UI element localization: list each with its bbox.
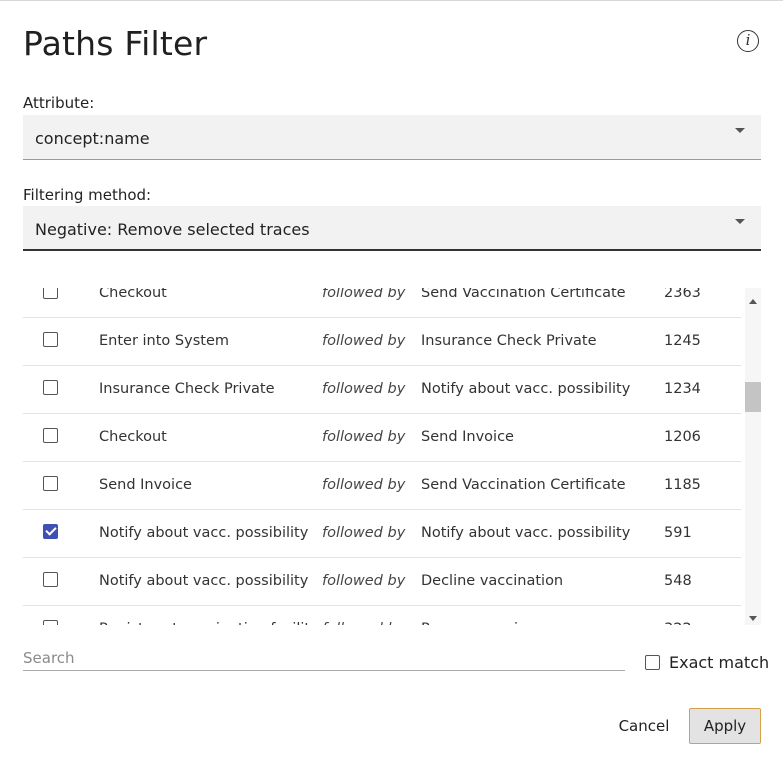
- attribute-label: Attribute:: [23, 94, 95, 112]
- chevron-down-icon: [735, 219, 745, 224]
- path-to-activity: Notify about vacc. possibility: [421, 381, 631, 397]
- path-count: 2363: [664, 288, 701, 301]
- chevron-down-icon: [735, 128, 745, 133]
- path-from-activity: Notify about vacc. possibility: [99, 573, 309, 589]
- path-from-activity: Checkout: [99, 429, 167, 445]
- row-checkbox[interactable]: [43, 288, 58, 299]
- path-count: 1245: [664, 333, 701, 349]
- filtering-method-select[interactable]: Negative: Remove selected traces: [23, 206, 761, 251]
- table-row[interactable]: Notify about vacc. possibility followed b…: [23, 558, 741, 606]
- filtering-method-select-value: Negative: Remove selected traces: [35, 220, 310, 239]
- path-count: 322: [664, 621, 692, 625]
- path-from-activity: Checkout: [99, 288, 167, 301]
- path-count: 591: [664, 525, 692, 541]
- path-relation: followed by: [322, 621, 405, 625]
- attribute-select[interactable]: concept:name: [23, 115, 761, 160]
- search-input[interactable]: [23, 645, 625, 671]
- row-checkbox[interactable]: [43, 572, 58, 587]
- cancel-button[interactable]: Cancel: [612, 708, 676, 744]
- table-row[interactable]: Insurance Check Private followed by Notify…: [23, 366, 741, 414]
- table-row[interactable]: Notify about vacc. possibility followed b…: [23, 510, 741, 558]
- path-count: 1206: [664, 429, 701, 445]
- row-checkbox[interactable]: [43, 332, 58, 347]
- scroll-up-arrow-icon[interactable]: [749, 299, 757, 304]
- path-relation: followed by: [322, 429, 406, 445]
- dialog-top-border: [0, 0, 783, 1]
- row-checkbox[interactable]: [43, 524, 58, 539]
- path-from-activity: Send Invoice: [99, 477, 192, 493]
- path-relation: followed by: [322, 525, 406, 541]
- path-relation: followed by: [322, 288, 406, 301]
- path-to-activity: Insurance Check Private: [421, 333, 597, 349]
- exact-match-label: Exact match: [669, 653, 770, 672]
- table-row[interactable]: Checkout followed by Send Invoice 1206: [23, 414, 741, 462]
- path-count: 548: [664, 573, 692, 589]
- path-to-activity: Send Vaccination Certificate: [421, 288, 626, 301]
- path-to-activity: Send Vaccination Certificate: [421, 477, 626, 493]
- path-count: 1185: [664, 477, 701, 493]
- apply-button[interactable]: Apply: [689, 708, 761, 744]
- table-row[interactable]: Checkout followed by Send Vaccination Cert…: [23, 288, 741, 318]
- row-checkbox[interactable]: [43, 476, 58, 491]
- table-row[interactable]: Register at vaccination facilityfollowed…: [23, 606, 741, 625]
- path-to-activity: Send Invoice: [421, 429, 514, 445]
- scroll-down-arrow-icon[interactable]: [749, 616, 757, 621]
- path-relation: followed by: [322, 381, 406, 397]
- paths-table-body: Checkout followed by Send Vaccination Cert…: [23, 288, 741, 625]
- path-relation: followed by: [322, 477, 406, 493]
- path-to-activity: Notify about vacc. possibility: [421, 525, 631, 541]
- path-to-activity: Decline vaccination: [421, 573, 564, 589]
- path-to-activity: Process vaccine: [421, 621, 536, 625]
- path-from-activity: Enter into System: [99, 333, 229, 349]
- info-icon[interactable]: i: [737, 30, 759, 52]
- paths-table: Checkout followed by Send Vaccination Cert…: [23, 288, 761, 625]
- row-checkbox[interactable]: [43, 620, 58, 625]
- table-row[interactable]: Enter into System followed by Insurance Ch…: [23, 318, 741, 366]
- path-relation: followed by: [322, 333, 406, 349]
- path-from-activity: Notify about vacc. possibility: [99, 525, 309, 541]
- dialog-title: Paths Filter: [23, 24, 208, 63]
- paths-table-scrollbar[interactable]: [745, 288, 761, 625]
- scrollbar-thumb[interactable]: [745, 382, 761, 412]
- row-checkbox[interactable]: [43, 428, 58, 443]
- attribute-select-value: concept:name: [35, 129, 150, 148]
- path-from-activity: Insurance Check Private: [99, 381, 275, 397]
- exact-match-checkbox[interactable]: [645, 655, 660, 670]
- table-row[interactable]: Send Invoice followed by Send Vaccination …: [23, 462, 741, 510]
- path-count: 1234: [664, 381, 701, 397]
- row-checkbox[interactable]: [43, 380, 58, 395]
- path-from-activity: Register at vaccination facility: [99, 621, 319, 625]
- path-relation: followed by: [322, 573, 406, 589]
- filtering-method-label: Filtering method:: [23, 186, 152, 204]
